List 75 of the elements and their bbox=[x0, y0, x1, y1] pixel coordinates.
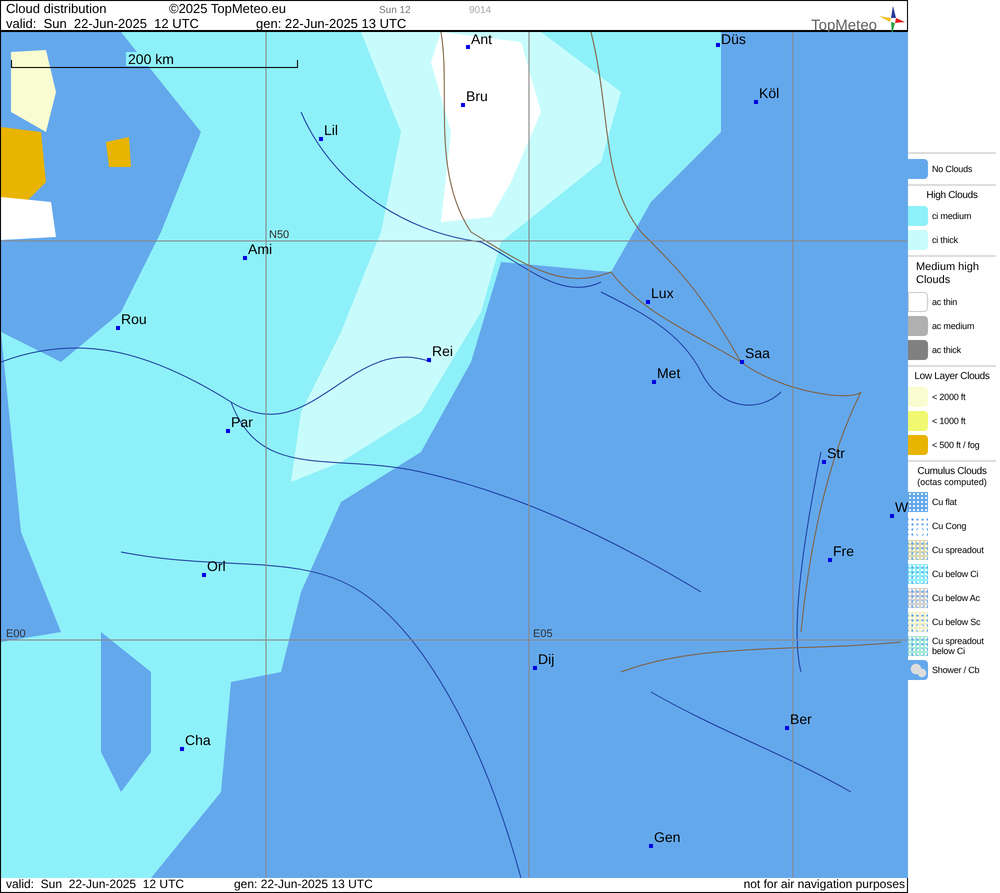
legend-label: Shower / Cb bbox=[932, 665, 980, 675]
legend-heading: Low Layer Clouds bbox=[913, 370, 991, 384]
legend-label: Cu Cong bbox=[932, 521, 966, 531]
legend-heading: Cumulus Clouds bbox=[916, 465, 988, 478]
city-marker-icon bbox=[243, 256, 247, 260]
city-label: Orl bbox=[207, 559, 226, 573]
city-label: Ami bbox=[248, 242, 272, 256]
logo-text: TopMeteo bbox=[811, 17, 877, 34]
city-label: Met bbox=[657, 366, 680, 380]
legend-label: Cu below Sc bbox=[932, 617, 980, 627]
city-marker-icon bbox=[740, 360, 744, 364]
legend-label: ac medium bbox=[932, 321, 974, 331]
legend-label: Cu spreadout below Ci bbox=[932, 636, 985, 656]
legend-subheading: (octas computed) bbox=[916, 477, 988, 489]
city-marker-icon bbox=[646, 300, 650, 304]
city-marker-icon bbox=[754, 100, 758, 104]
grid-label: N50 bbox=[269, 230, 290, 241]
legend-label: Cu below Ac bbox=[932, 593, 980, 603]
legend-label: ci thick bbox=[932, 235, 958, 245]
city-marker-icon bbox=[116, 326, 120, 330]
city-marker-icon bbox=[828, 558, 832, 562]
city-label: Cha bbox=[185, 733, 211, 747]
city-label: Rou bbox=[121, 312, 147, 326]
legend-label: Cu spreadout bbox=[932, 545, 984, 555]
city-marker-icon bbox=[202, 573, 206, 577]
legend-label: < 2000 ft bbox=[932, 392, 966, 402]
city-label: Düs bbox=[721, 32, 746, 46]
legend-label: Cu below Ci bbox=[932, 569, 978, 579]
city-label: Saa bbox=[745, 346, 770, 360]
grid-label: E00 bbox=[6, 629, 26, 640]
city-label: Ant bbox=[471, 32, 492, 46]
legend-label: ac thick bbox=[932, 345, 961, 355]
city-label: Lil bbox=[324, 123, 338, 137]
city-label: Lux bbox=[651, 286, 674, 300]
city-marker-icon bbox=[226, 429, 230, 433]
city-label: Gen bbox=[654, 830, 680, 844]
legend-label: Cu flat bbox=[932, 497, 957, 507]
copyright-text: ©2025 TopMeteo.eu bbox=[169, 1, 288, 16]
city-marker-icon bbox=[890, 514, 894, 518]
legend-label: ci medium bbox=[932, 211, 972, 221]
city-label: W bbox=[895, 500, 908, 514]
legend-label: < 1000 ft bbox=[932, 416, 966, 426]
legend-label: < 500 ft / fog bbox=[932, 440, 980, 450]
city-marker-icon bbox=[466, 45, 470, 49]
city-label: Ber bbox=[790, 712, 812, 726]
city-label: Rei bbox=[432, 344, 454, 358]
valid-time: valid: Sun 22-Jun-2025 12 UTC bbox=[6, 878, 186, 892]
map-title: Cloud distribution bbox=[6, 1, 108, 16]
run-label: Sun 12 bbox=[379, 5, 412, 16]
city-label: Fre bbox=[833, 544, 854, 558]
legend-label: ac thin bbox=[932, 297, 958, 307]
city-marker-icon bbox=[319, 137, 323, 141]
city-marker-icon bbox=[716, 43, 720, 47]
city-marker-icon bbox=[427, 358, 431, 362]
scale-label: 200 km bbox=[126, 52, 176, 66]
generated-time: gen: 22-Jun-2025 13 UTC bbox=[234, 878, 373, 892]
generated-time: gen: 22-Jun-2025 13 UTC bbox=[256, 16, 406, 31]
code-label: 9014 bbox=[469, 5, 492, 16]
city-marker-icon bbox=[652, 380, 656, 384]
compass-logo-icon bbox=[877, 6, 905, 34]
city-label: Bru bbox=[466, 89, 488, 103]
city-marker-icon bbox=[461, 103, 465, 107]
city-label: Köl bbox=[759, 86, 780, 100]
city-marker-icon bbox=[533, 666, 537, 670]
city-label: Dij bbox=[538, 652, 554, 666]
city-marker-icon bbox=[785, 726, 789, 730]
city-marker-icon bbox=[649, 844, 653, 848]
valid-time: valid: Sun 22-Jun-2025 12 UTC bbox=[6, 16, 200, 31]
legend-heading: Medium high Clouds bbox=[915, 260, 980, 288]
legend-heading: High Clouds bbox=[925, 189, 979, 203]
city-marker-icon bbox=[180, 747, 184, 751]
grid-label: E05 bbox=[533, 629, 553, 640]
city-marker-icon bbox=[822, 460, 826, 464]
legend-label: No Clouds bbox=[932, 164, 972, 174]
disclaimer-text: not for air navigation purposes bbox=[744, 878, 905, 892]
